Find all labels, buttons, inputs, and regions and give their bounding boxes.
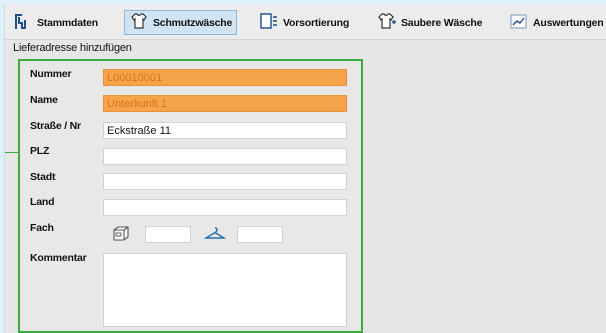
tab-label: Vorsortierung (283, 16, 350, 29)
hanger-rack-icon (13, 11, 33, 34)
address-form-panel: Nummer Name Straße / Nr PLZ Stadt Land F… (18, 59, 363, 333)
fach-label: Fach (30, 222, 54, 234)
hanger-icon (203, 226, 227, 243)
cabinet-icon (112, 225, 130, 244)
main-toolbar: Stammdaten Schmutzwäsche Vorsortierung S… (5, 4, 606, 40)
tab-label: Auswertungen (533, 16, 604, 29)
nummer-field[interactable] (103, 69, 347, 86)
strasse-label: Straße / Nr (30, 120, 81, 132)
plz-field[interactable] (103, 148, 347, 165)
land-label: Land (30, 196, 55, 208)
tab-saubere-waesche[interactable]: Saubere Wäsche (373, 10, 486, 35)
shirt-icon (129, 11, 149, 34)
report-icon (509, 11, 529, 34)
app-window: Stammdaten Schmutzwäsche Vorsortierung S… (4, 4, 606, 333)
tab-label: Saubere Wäsche (401, 16, 483, 29)
plz-label: PLZ (30, 145, 50, 157)
kommentar-label: Kommentar (30, 252, 87, 264)
stadt-label: Stadt (30, 171, 56, 183)
tab-stammdaten[interactable]: Stammdaten (9, 10, 102, 35)
tab-auswertungen[interactable]: Auswertungen (505, 10, 606, 35)
tab-label: Schmutzwäsche (153, 16, 233, 29)
stadt-field[interactable] (103, 173, 347, 190)
strasse-field[interactable] (103, 122, 347, 139)
connector-line (5, 152, 18, 153)
page-title: Lieferadresse hinzufügen (13, 42, 132, 54)
fach-cabinet-field[interactable] (145, 226, 191, 243)
tab-schmutzwaesche[interactable]: Schmutzwäsche (124, 10, 238, 35)
tab-vorsortierung[interactable]: Vorsortierung (255, 10, 353, 35)
nummer-label: Nummer (30, 68, 72, 80)
sort-icon (259, 11, 279, 34)
name-label: Name (30, 94, 58, 106)
kommentar-field[interactable] (103, 253, 347, 327)
tab-label: Stammdaten (37, 16, 99, 29)
clean-shirt-icon (377, 11, 397, 34)
name-field[interactable] (103, 95, 347, 112)
fach-hanger-field[interactable] (237, 226, 283, 243)
land-field[interactable] (103, 199, 347, 216)
